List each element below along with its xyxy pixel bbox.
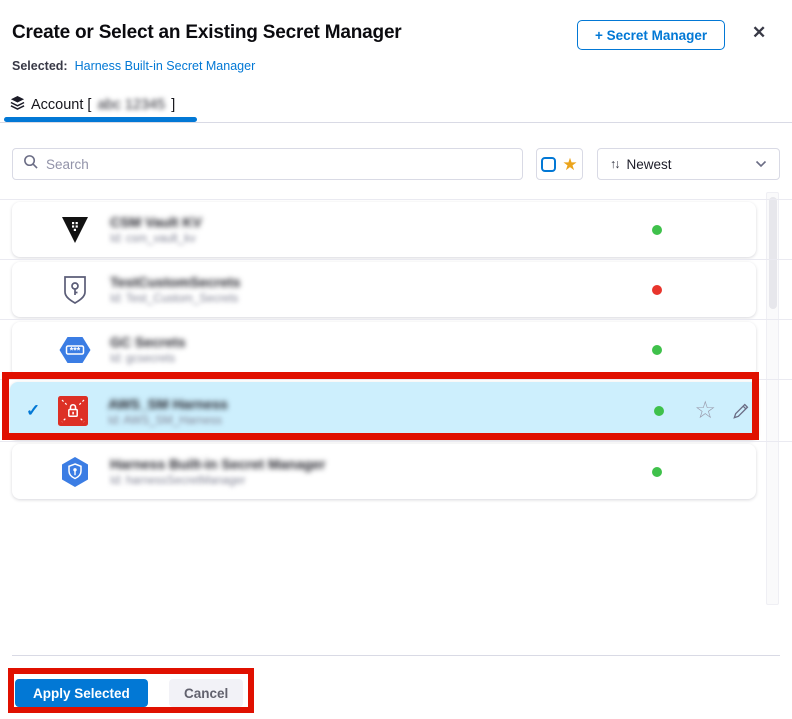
page-title: Create or Select an Existing Secret Mana… (12, 22, 402, 44)
secret-manager-name: TestCustomSecrets (110, 274, 240, 290)
custom-secret-manager-icon (58, 273, 92, 307)
selected-summary: Selected: Harness Built-in Secret Manage… (12, 59, 255, 73)
favorite-star-icon: ★ (562, 156, 577, 173)
table-row: CSM Vault KV Id: csm_vault_kv (0, 199, 792, 259)
connectivity-status-dot (652, 345, 662, 355)
search-bar (12, 148, 523, 180)
selected-label: Selected: (12, 59, 68, 73)
secret-manager-row-card[interactable]: *** GC Secrets Id: gcsecrets (12, 322, 756, 377)
table-row: ✓ AWS_SM Harness Id: AWS_SM_Harness ☆ (0, 379, 792, 441)
secret-manager-id: Id: harnessSecretManager (110, 475, 326, 487)
footer-divider (12, 655, 780, 656)
tab-account-id-redacted: abc 12345 (97, 97, 165, 113)
tab-account-bracket: ] (171, 97, 175, 113)
table-row: Harness Built-in Secret Manager Id: harn… (0, 441, 792, 501)
secret-manager-row-card[interactable]: CSM Vault KV Id: csm_vault_kv (12, 202, 756, 257)
connectivity-status-dot (652, 467, 662, 477)
sort-selected-option: Newest (627, 157, 672, 172)
connectivity-status-dot (654, 406, 664, 416)
connectivity-status-dot (652, 285, 662, 295)
close-icon[interactable]: ✕ (752, 24, 766, 41)
sort-dropdown[interactable]: ↑↓ Newest (597, 148, 780, 180)
secret-manager-name: AWS_SM Harness (108, 396, 228, 412)
secret-manager-modal: Create or Select an Existing Secret Mana… (0, 0, 792, 719)
table-row: TestCustomSecrets Id: Test_Custom_Secret… (0, 259, 792, 319)
secret-manager-row-card[interactable]: ✓ AWS_SM Harness Id: AWS_SM_Harness ☆ (10, 382, 758, 440)
favorites-filter[interactable]: ★ (536, 148, 583, 180)
secret-manager-id: Id: Test_Custom_Secrets (110, 293, 240, 305)
favorite-star-outline-icon[interactable]: ☆ (694, 399, 716, 423)
cancel-button[interactable]: Cancel (169, 679, 243, 707)
connectivity-status-dot (652, 225, 662, 235)
secret-manager-row-card[interactable]: Harness Built-in Secret Manager Id: harn… (12, 444, 756, 499)
secret-manager-name: GC Secrets (110, 334, 185, 350)
edit-pencil-icon[interactable] (731, 402, 750, 421)
search-icon (23, 154, 38, 174)
new-secret-manager-button[interactable]: + Secret Manager (577, 20, 725, 50)
secret-manager-id: Id: gcsecrets (110, 353, 185, 365)
aws-secrets-manager-icon (56, 394, 90, 428)
selected-secret-manager-link[interactable]: Harness Built-in Secret Manager (75, 59, 256, 73)
secret-manager-name: Harness Built-in Secret Manager (110, 456, 326, 472)
harness-secret-manager-icon (58, 455, 92, 489)
gcp-secret-manager-icon: *** (58, 333, 92, 367)
chevron-down-icon (755, 160, 767, 168)
secret-manager-id: Id: AWS_SM_Harness (108, 415, 228, 427)
layers-icon (10, 95, 25, 114)
tab-divider (0, 122, 792, 123)
secret-manager-name: CSM Vault KV (110, 214, 202, 230)
secret-manager-id: Id: csm_vault_kv (110, 233, 202, 245)
search-input[interactable] (46, 157, 512, 172)
secret-manager-row-card[interactable]: TestCustomSecrets Id: Test_Custom_Secret… (12, 262, 756, 317)
secret-manager-list: CSM Vault KV Id: csm_vault_kv TestCustom… (0, 192, 792, 607)
hashicorp-vault-icon (58, 213, 92, 247)
tab-account[interactable]: Account [ abc 12345] (10, 95, 175, 114)
favorites-checkbox[interactable] (541, 157, 556, 172)
selected-check-icon: ✓ (10, 401, 56, 421)
svg-text:***: *** (70, 345, 81, 355)
sort-arrows-icon: ↑↓ (610, 157, 619, 171)
tab-account-label: Account [ (31, 97, 91, 113)
apply-selected-button[interactable]: Apply Selected (15, 679, 148, 707)
table-row: *** GC Secrets Id: gcsecrets (0, 319, 792, 379)
